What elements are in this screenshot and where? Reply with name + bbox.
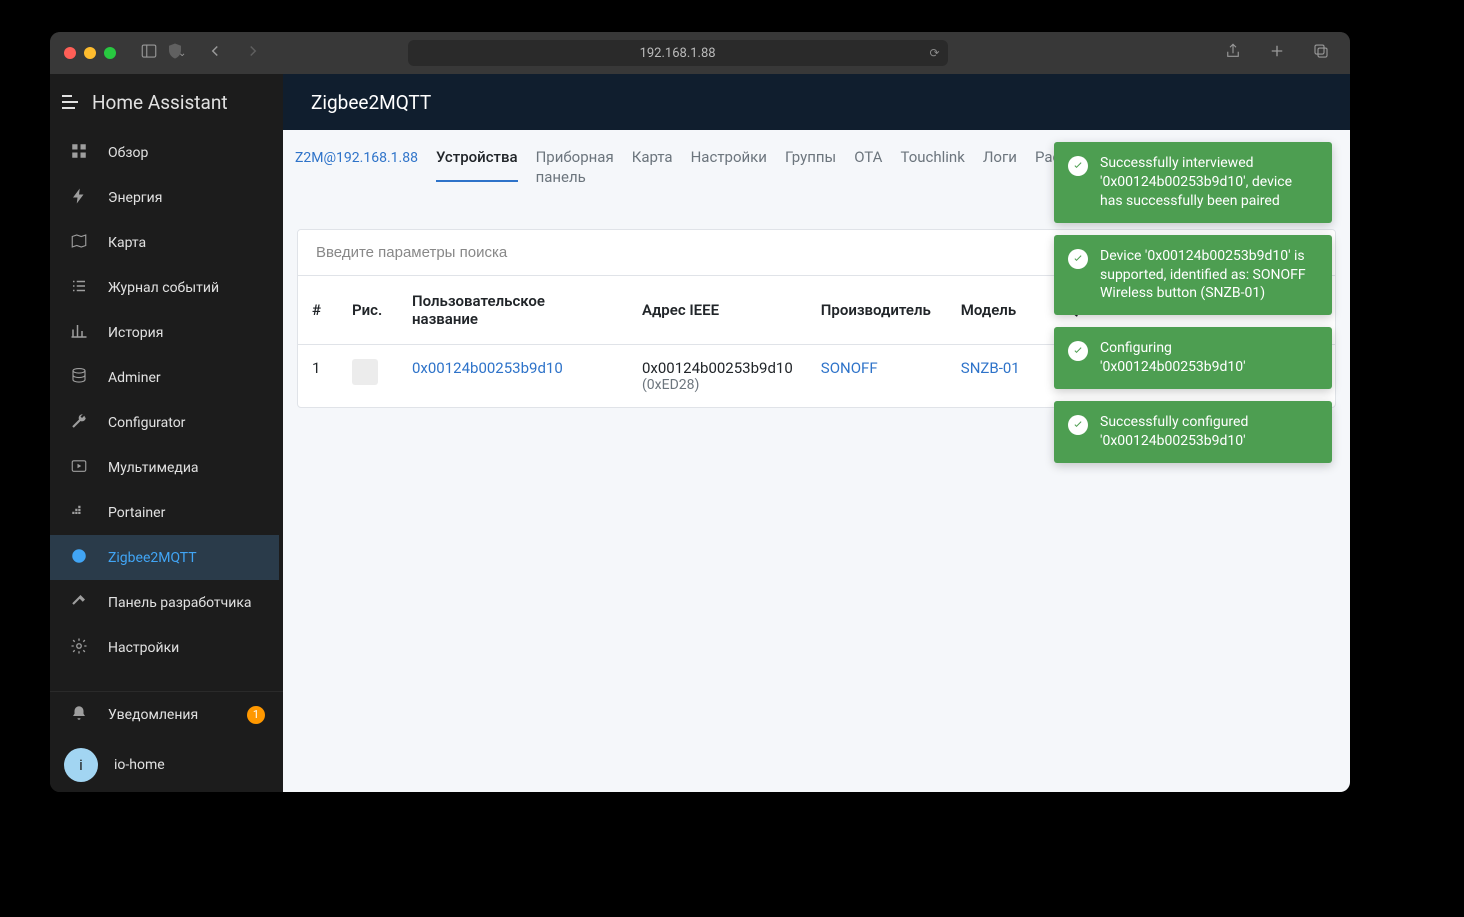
check-circle-icon <box>1068 249 1088 269</box>
sidebar-item-label: Configurator <box>108 415 185 431</box>
check-circle-icon <box>1068 415 1088 435</box>
sidebar-item-label: Уведомления <box>108 707 198 723</box>
check-circle-icon <box>1068 156 1088 176</box>
menu-toggle-icon[interactable] <box>62 95 78 109</box>
user-label: io-home <box>114 757 165 773</box>
toast-message: Device '0x00124b00253b9d10' is supported… <box>1100 247 1318 304</box>
close-window-button[interactable] <box>64 47 76 59</box>
reload-icon[interactable]: ⟳ <box>930 46 940 60</box>
sidebar-item-label: Энергия <box>108 190 162 206</box>
bell-icon <box>68 704 90 726</box>
sidebar-item-configurator[interactable]: Configurator <box>50 400 279 445</box>
toast-container: Successfully interviewed '0x00124b00253b… <box>1054 142 1332 463</box>
device-name-link[interactable]: 0x00124b00253b9d10 <box>412 359 563 377</box>
sidebar-item-label: Настройки <box>108 640 179 656</box>
col-name[interactable]: Пользовательское название <box>398 276 628 345</box>
sidebar-item-devtools[interactable]: Панель разработчика <box>50 580 279 625</box>
app-title: Home Assistant <box>92 91 228 114</box>
device-image-placeholder <box>352 359 378 385</box>
bolt-icon <box>68 187 90 209</box>
tab-touchlink[interactable]: Touchlink <box>900 148 964 180</box>
sidebar-item-label: Журнал событий <box>108 280 219 296</box>
toast-message: Configuring '0x00124b00253b9d10' <box>1100 339 1318 377</box>
list-icon <box>68 277 90 299</box>
tab-dashboard[interactable]: Приборная панель <box>536 148 614 201</box>
map-icon <box>68 232 90 254</box>
tab-groups[interactable]: Группы <box>785 148 836 180</box>
col-pic[interactable]: Рис. <box>338 276 398 345</box>
database-icon <box>68 367 90 389</box>
sidebar-item-label: История <box>108 325 163 341</box>
gear-icon <box>68 637 90 659</box>
forward-button[interactable] <box>238 38 268 68</box>
docker-icon <box>68 502 90 524</box>
sidebar-item-history[interactable]: История <box>50 310 279 355</box>
tab-settings[interactable]: Настройки <box>691 148 767 180</box>
cell-pic <box>338 345 398 408</box>
tab-map[interactable]: Карта <box>632 148 673 180</box>
back-button[interactable] <box>200 38 230 68</box>
tabs-overview-icon[interactable] <box>1306 38 1336 68</box>
sidebar-item-overview[interactable]: Обзор <box>50 130 279 175</box>
cell-ieee: 0x00124b00253b9d10 (0xED28) <box>628 345 807 408</box>
cell-num: 1 <box>298 345 338 408</box>
sidebar-item-label: Zigbee2MQTT <box>108 550 197 566</box>
play-icon <box>68 457 90 479</box>
maximize-window-button[interactable] <box>104 47 116 59</box>
toast-success[interactable]: Successfully interviewed '0x00124b00253b… <box>1054 142 1332 223</box>
bridge-link[interactable]: Z2M@192.168.1.88 <box>295 148 418 166</box>
sidebar-item-label: Карта <box>108 235 146 251</box>
col-model[interactable]: Модель <box>947 276 1047 345</box>
check-circle-icon <box>1068 341 1088 361</box>
toast-success[interactable]: Successfully configured '0x00124b00253b9… <box>1054 401 1332 463</box>
sidebar-item-logs[interactable]: Журнал событий <box>50 265 279 310</box>
sidebar-item-map[interactable]: Карта <box>50 220 279 265</box>
user-avatar: i <box>64 748 98 782</box>
sidebar-item-portainer[interactable]: Portainer <box>50 490 279 535</box>
share-icon[interactable] <box>1218 38 1248 68</box>
tab-devices[interactable]: Устройства <box>436 148 518 182</box>
page-title: Zigbee2MQTT <box>311 91 431 114</box>
sidebar-item-zigbee2mqtt[interactable]: Zigbee2MQTT <box>50 535 279 580</box>
shield-icon[interactable] <box>160 38 190 68</box>
mfr-link[interactable]: SONOFF <box>821 359 878 377</box>
minimize-window-button[interactable] <box>84 47 96 59</box>
window-controls <box>64 47 116 59</box>
sidebar-item-adminer[interactable]: Adminer <box>50 355 279 400</box>
sidebar-item-label: Обзор <box>108 145 148 161</box>
sidebar: Home Assistant Обзор Энергия Карта Журн <box>50 74 283 792</box>
browser-window: ⌄ 192.168.1.88 ⟳ <box>50 32 1350 792</box>
sidebar-user[interactable]: i io-home <box>50 737 283 792</box>
sidebar-item-label: Мультимедиа <box>108 460 199 476</box>
col-mfr[interactable]: Производитель <box>807 276 947 345</box>
url-bar[interactable]: 192.168.1.88 ⟳ <box>408 40 948 66</box>
sidebar-item-label: Portainer <box>108 505 165 521</box>
model-link[interactable]: SNZB-01 <box>961 359 1020 377</box>
page-header: Zigbee2MQTT <box>283 74 1350 130</box>
sidebar-item-media[interactable]: Мультимедиа <box>50 445 279 490</box>
tab-logs[interactable]: Логи <box>983 148 1017 180</box>
toast-message: Successfully interviewed '0x00124b00253b… <box>1100 154 1318 211</box>
chart-icon <box>68 322 90 344</box>
col-num[interactable]: # <box>298 276 338 345</box>
dashboard-icon <box>68 142 90 164</box>
sidebar-item-label: Панель разработчика <box>108 595 252 611</box>
toast-message: Successfully configured '0x00124b00253b9… <box>1100 413 1318 451</box>
new-tab-icon[interactable] <box>1262 38 1292 68</box>
toast-success[interactable]: Device '0x00124b00253b9d10' is supported… <box>1054 235 1332 316</box>
tab-ota[interactable]: OTA <box>854 148 882 180</box>
sidebar-item-notifications[interactable]: Уведомления 1 <box>50 692 283 737</box>
sidebar-item-label: Adminer <box>108 370 161 386</box>
sidebar-header: Home Assistant <box>50 74 283 130</box>
browser-titlebar: ⌄ 192.168.1.88 ⟳ <box>50 32 1350 74</box>
toast-success[interactable]: Configuring '0x00124b00253b9d10' <box>1054 327 1332 389</box>
hammer-icon <box>68 592 90 614</box>
zigbee-icon <box>68 547 90 569</box>
wrench-icon <box>68 412 90 434</box>
col-ieee[interactable]: Адрес IEEE <box>628 276 807 345</box>
url-text: 192.168.1.88 <box>640 46 716 61</box>
sidebar-item-energy[interactable]: Энергия <box>50 175 279 220</box>
sidebar-item-settings[interactable]: Настройки <box>50 625 279 670</box>
notifications-badge: 1 <box>247 706 265 724</box>
